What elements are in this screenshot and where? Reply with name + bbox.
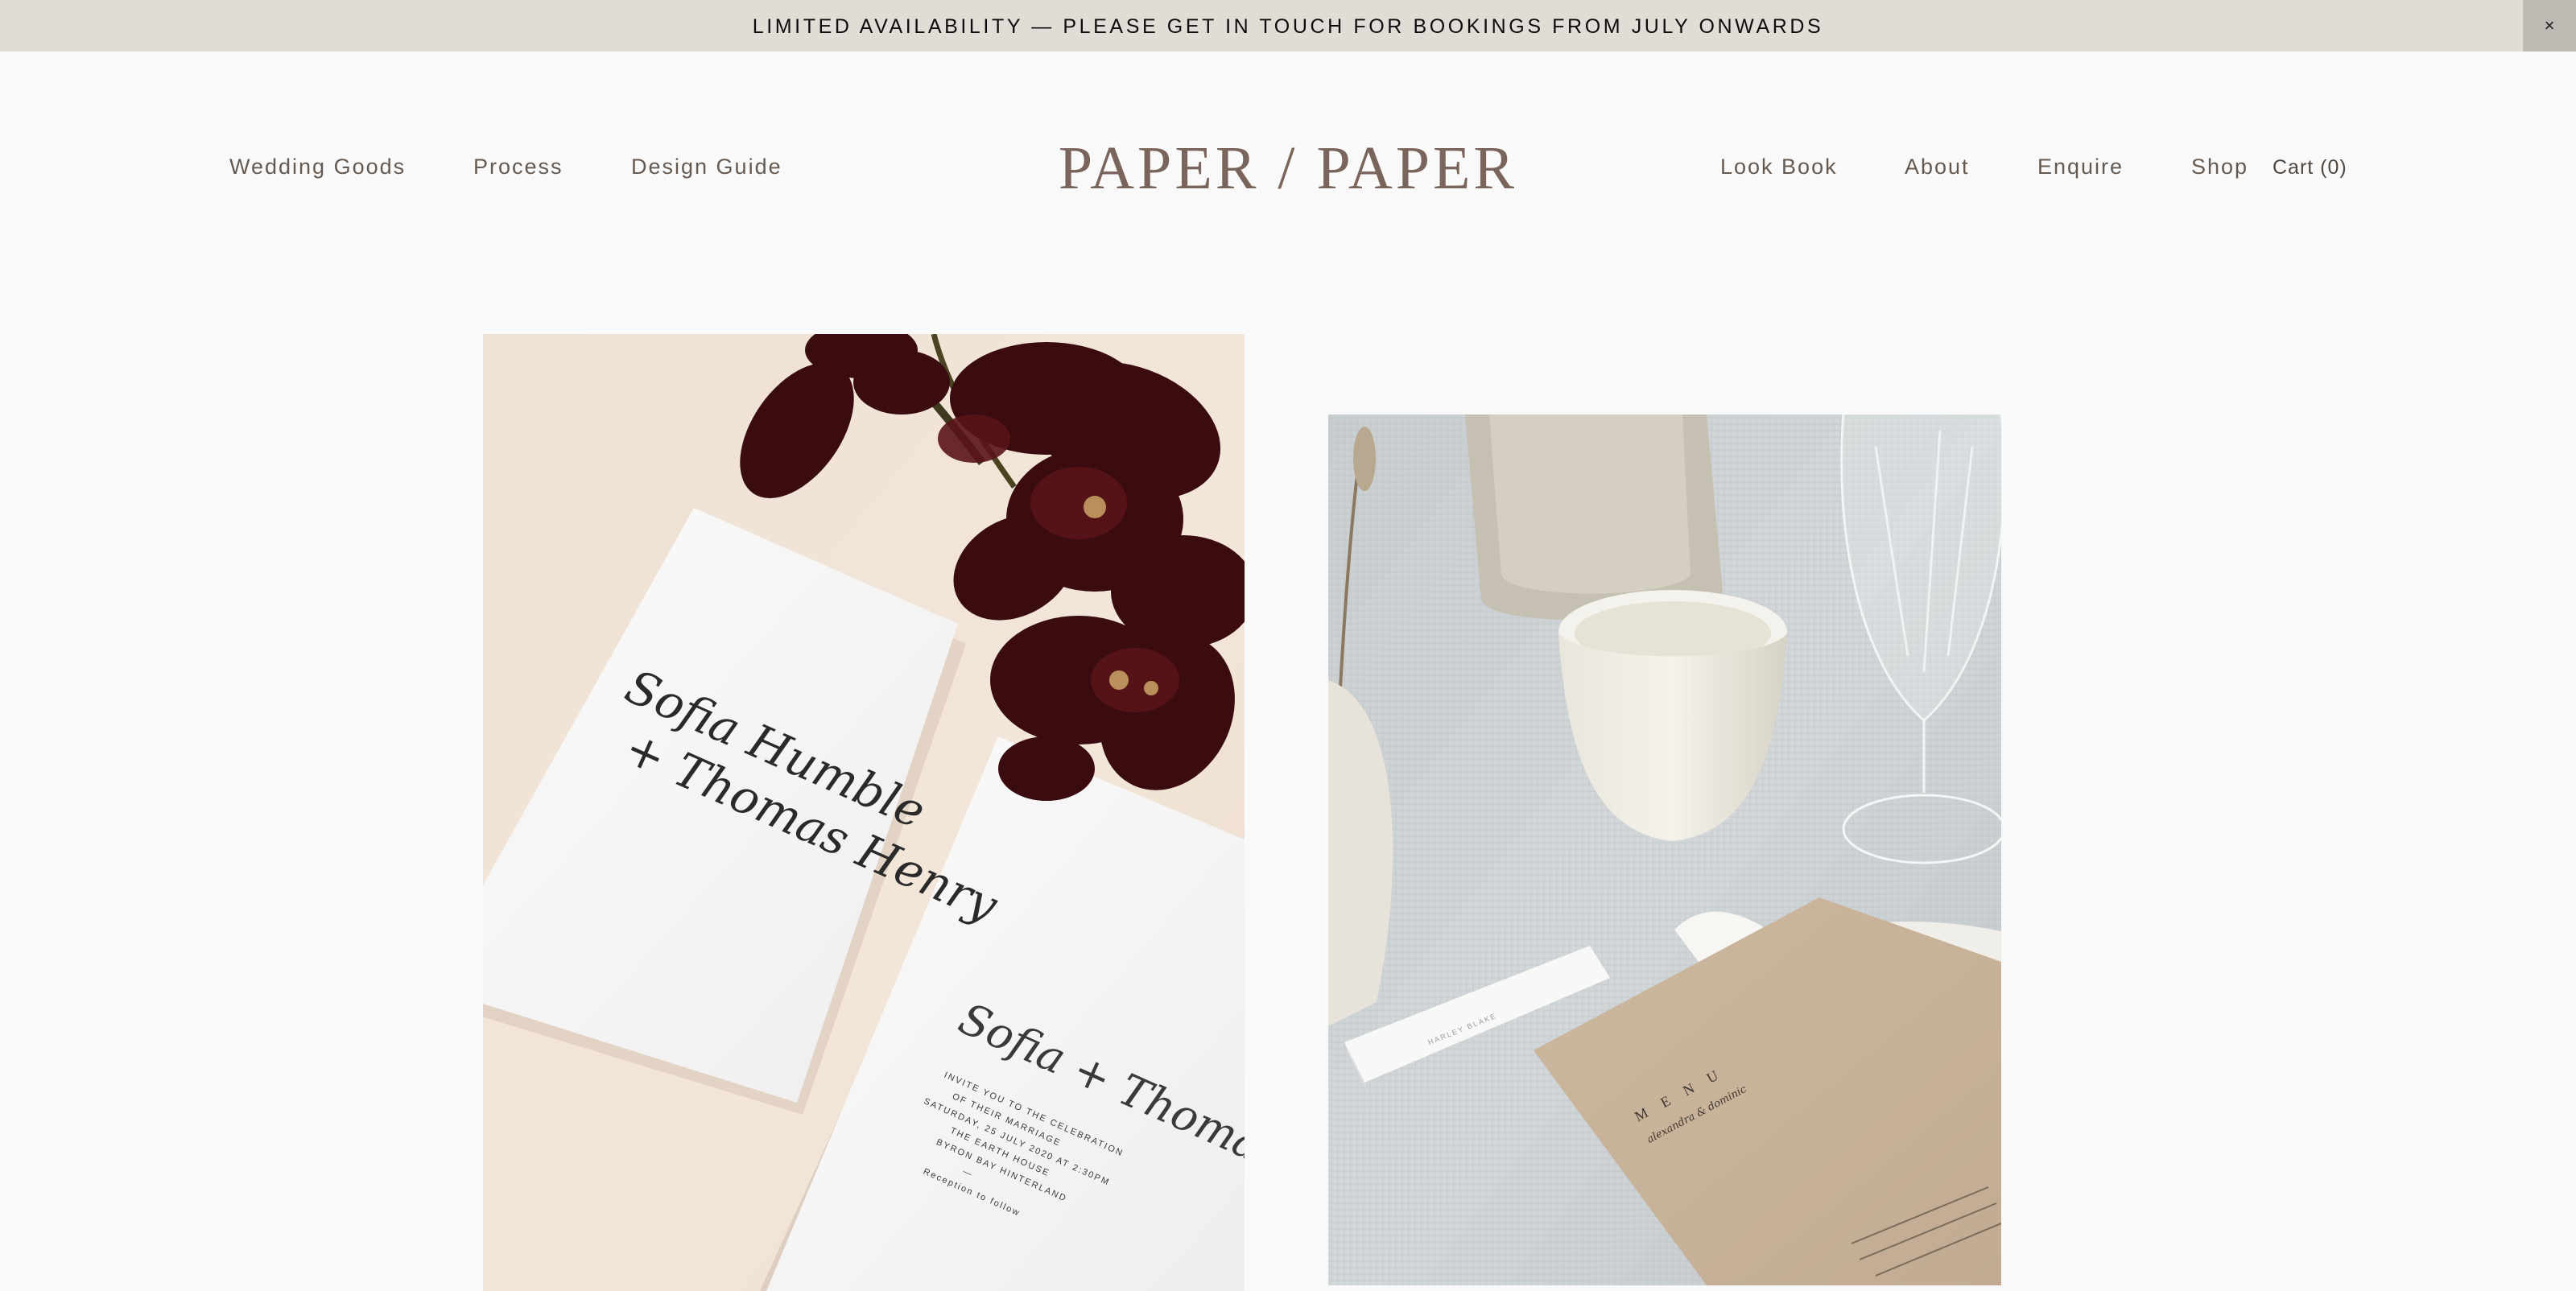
- site-header: Wedding Goods Process Design Guide PAPER…: [0, 52, 2576, 277]
- cart-link[interactable]: Cart (0): [2273, 155, 2347, 180]
- site-logo[interactable]: PAPER / PAPER: [1046, 132, 1530, 204]
- announcement-bar: LIMITED AVAILABILITY — PLEASE GET IN TOU…: [0, 0, 2576, 52]
- close-icon: ×: [2544, 15, 2555, 35]
- nav-link-shop[interactable]: Shop: [2191, 153, 2248, 180]
- invitations-photo: Sofia Humble + Thomas Henry Sofia + Thom…: [483, 334, 1245, 1291]
- lookbook-image-invitations[interactable]: Sofia Humble + Thomas Henry Sofia + Thom…: [483, 334, 1245, 1291]
- nav-link-design-guide[interactable]: Design Guide: [631, 153, 782, 180]
- nav-link-wedding-goods[interactable]: Wedding Goods: [229, 153, 406, 180]
- nav-link-about[interactable]: About: [1905, 153, 1970, 180]
- nav-link-look-book[interactable]: Look Book: [1720, 153, 1838, 180]
- announcement-text: LIMITED AVAILABILITY — PLEASE GET IN TOU…: [752, 15, 1824, 38]
- lookbook-image-table-setting[interactable]: HARLEY BLAKE M E N U alexandra & dominic: [1328, 415, 2001, 1285]
- table-setting-photo: HARLEY BLAKE M E N U alexandra & dominic: [1328, 415, 2001, 1285]
- nav-link-process[interactable]: Process: [473, 153, 564, 180]
- nav-link-enquire[interactable]: Enquire: [2037, 153, 2124, 180]
- announcement-close-button[interactable]: ×: [2523, 0, 2576, 52]
